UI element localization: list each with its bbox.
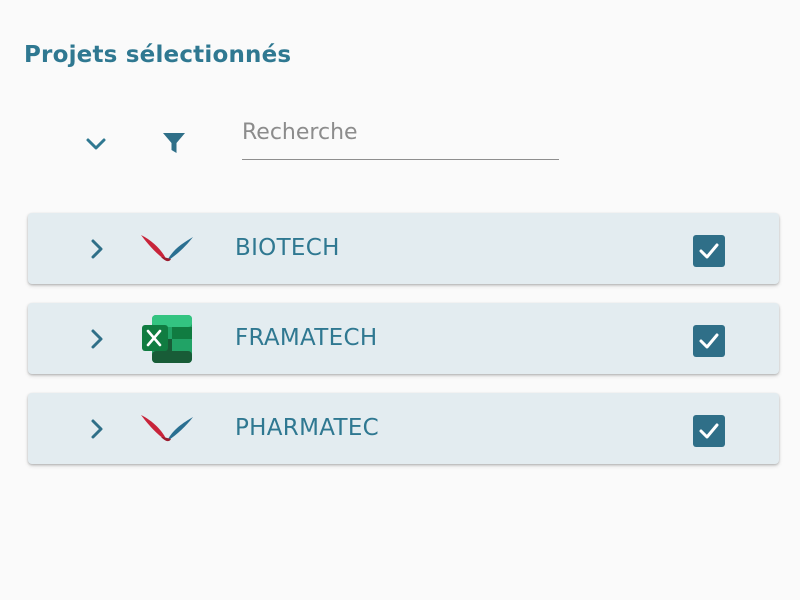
search-input[interactable] — [242, 116, 552, 148]
project-logo — [136, 401, 198, 456]
project-checkbox[interactable] — [693, 235, 725, 267]
filter-button[interactable] — [157, 126, 191, 160]
filter-icon — [163, 133, 185, 153]
project-name: PHARMATEC — [235, 415, 380, 441]
check-icon — [699, 423, 719, 439]
project-logo — [136, 221, 198, 276]
chevron-right-icon — [91, 419, 103, 439]
check-icon — [699, 333, 719, 349]
project-checkbox[interactable] — [693, 415, 725, 447]
chevron-down-icon — [86, 138, 106, 150]
page-title: Projets sélectionnés — [24, 42, 292, 68]
chevron-right-icon — [91, 239, 103, 259]
check-icon — [699, 243, 719, 259]
project-row-biotech[interactable]: BIOTECH — [28, 213, 779, 284]
project-checkbox[interactable] — [693, 325, 725, 357]
wing-logo-icon — [141, 414, 193, 441]
project-row-pharmatec[interactable]: PHARMATEC — [28, 393, 779, 464]
expand-row-button[interactable] — [86, 417, 108, 441]
chevron-right-icon — [91, 329, 103, 349]
project-name: FRAMATECH — [235, 325, 378, 351]
search-field — [242, 110, 559, 160]
excel-icon — [142, 314, 192, 363]
project-logo — [136, 311, 198, 366]
project-row-framatech[interactable]: FRAMATECH — [28, 303, 779, 374]
page: Projets sélectionnés Recherche BIOTECH F… — [0, 0, 800, 600]
wing-logo-icon — [141, 234, 193, 261]
project-name: BIOTECH — [235, 235, 340, 261]
toolbar — [0, 110, 800, 166]
expand-all-button[interactable] — [80, 128, 112, 160]
expand-row-button[interactable] — [86, 237, 108, 261]
project-list: BIOTECH FRAMATECH PHARMATEC — [28, 213, 779, 483]
expand-row-button[interactable] — [86, 327, 108, 351]
